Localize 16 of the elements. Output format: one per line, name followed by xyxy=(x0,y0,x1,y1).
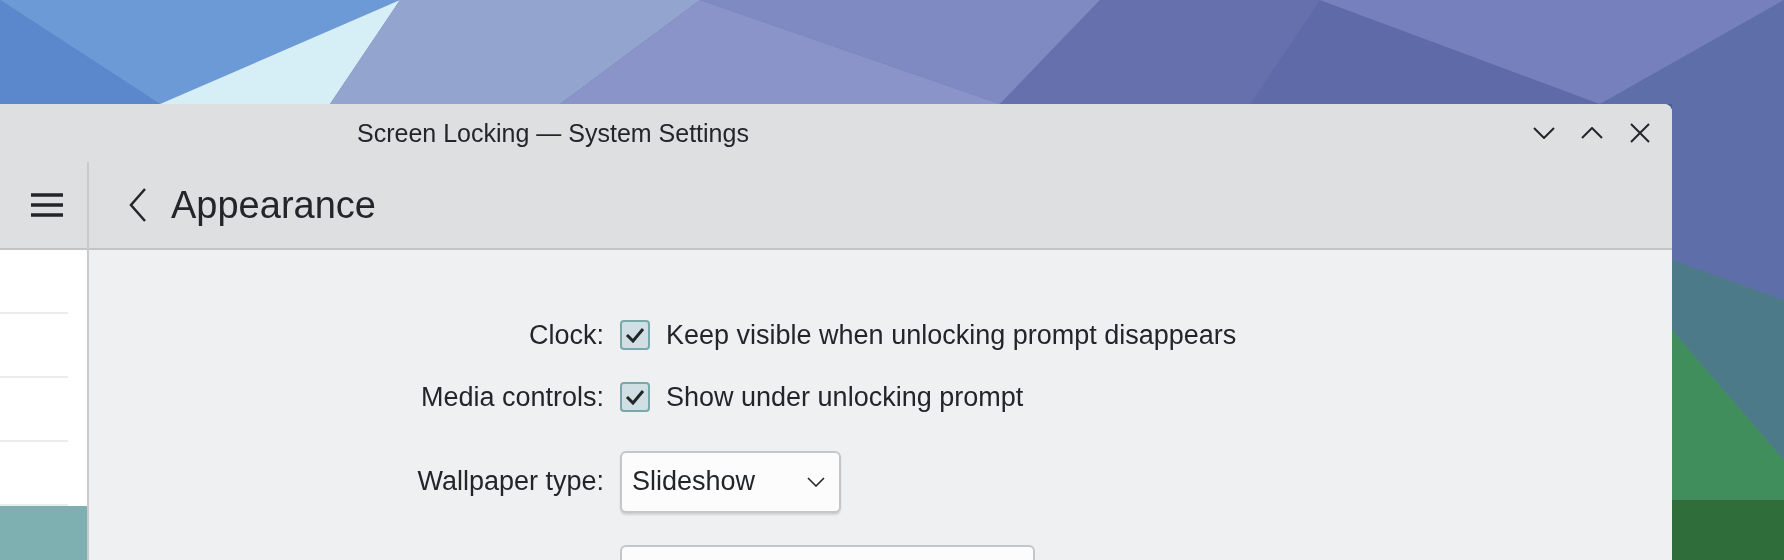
check-icon xyxy=(625,389,645,405)
checkbox-label: Show under unlocking prompt xyxy=(666,381,1024,413)
field-label: Wallpaper type: xyxy=(416,466,604,497)
field-label: Media controls: xyxy=(419,381,604,413)
page-title: Appearance xyxy=(171,183,376,227)
chevron-down-icon xyxy=(807,476,825,487)
close-button[interactable] xyxy=(1628,121,1652,145)
menu-icon[interactable] xyxy=(31,193,63,217)
wallpaper-type-dropdown[interactable]: Slideshow xyxy=(620,450,841,513)
check-icon xyxy=(625,327,645,343)
field-label: Clock: xyxy=(528,319,604,351)
checkbox-label: Keep visible when unlocking prompt disappears xyxy=(666,319,1237,351)
checkbox[interactable] xyxy=(620,382,650,412)
window-title: Screen Locking — System Settings xyxy=(356,118,750,148)
back-icon[interactable] xyxy=(129,188,147,222)
checkbox[interactable] xyxy=(620,320,650,350)
